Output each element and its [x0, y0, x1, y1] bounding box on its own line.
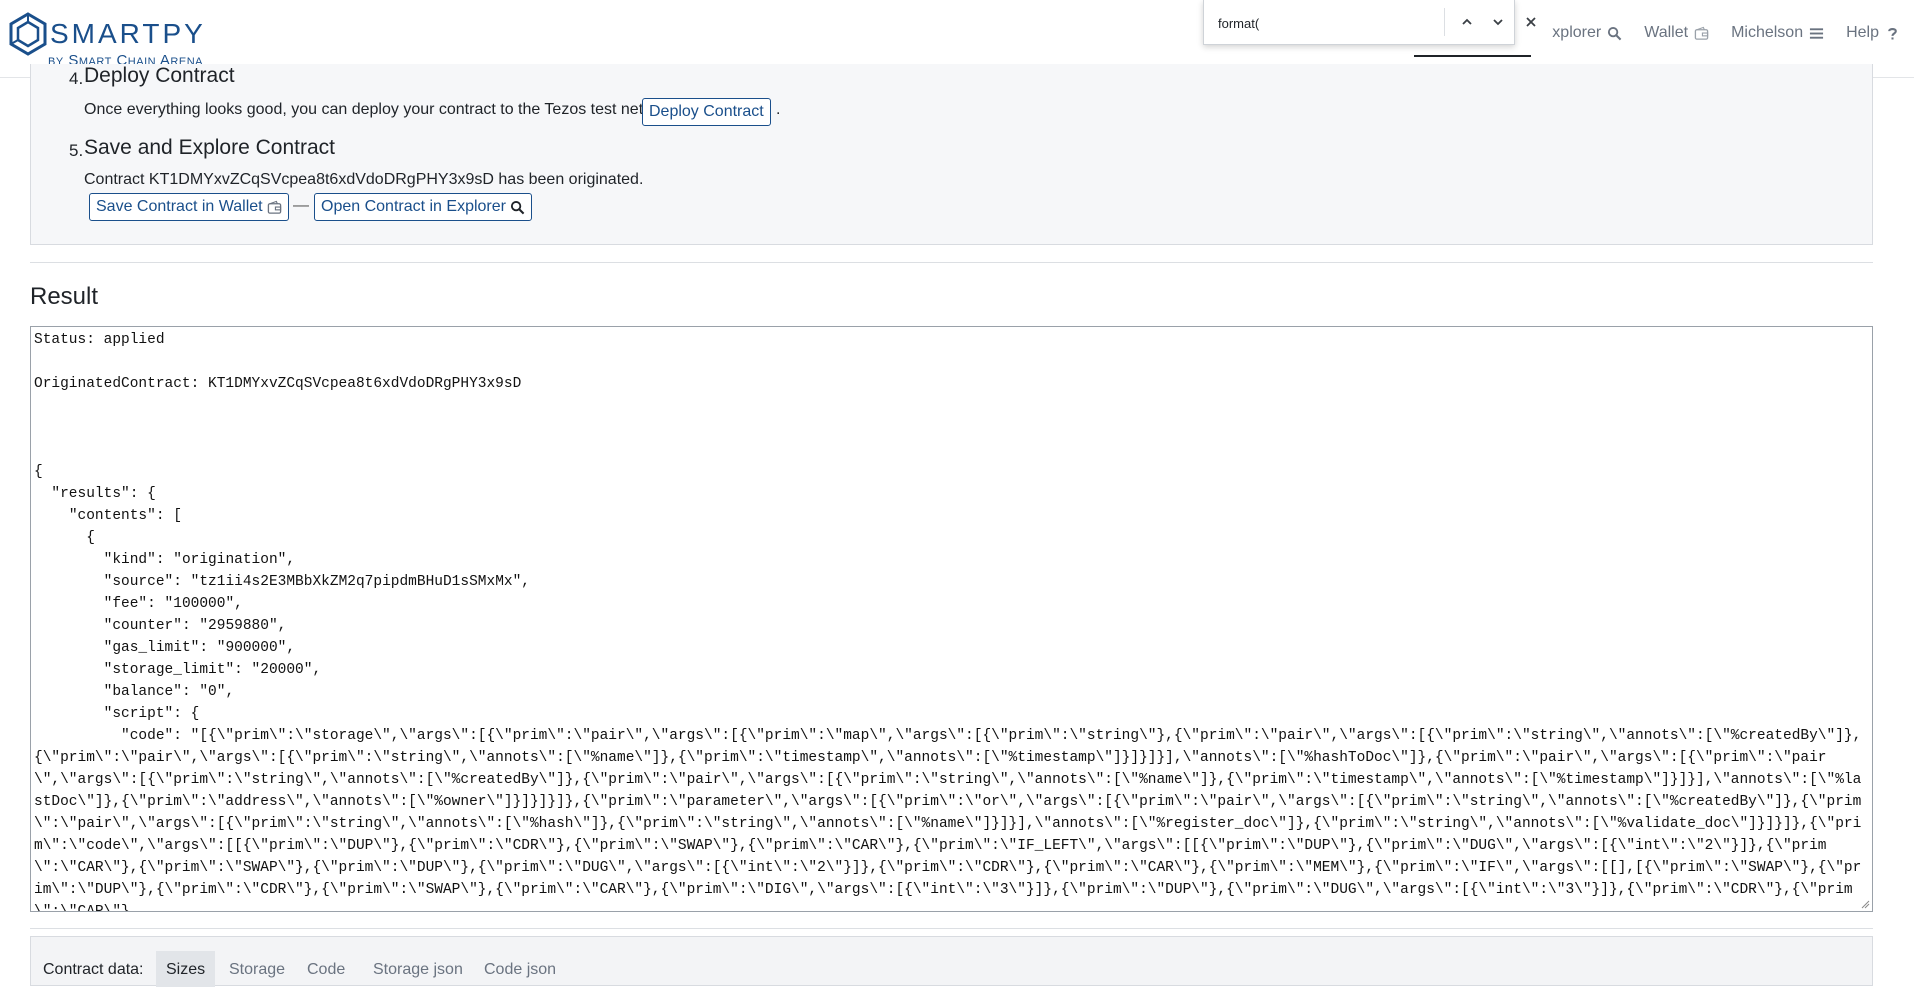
- section-divider: [30, 262, 1873, 263]
- search-icon: [510, 200, 525, 214]
- deploy-contract-button[interactable]: Deploy Contract: [642, 98, 771, 126]
- nav-wallet-label: Wallet: [1644, 24, 1689, 41]
- find-separator: [1444, 8, 1445, 36]
- question-icon: [1888, 27, 1897, 39]
- deploy-steps-panel: 4. Deploy Contract Once everything looks…: [30, 64, 1873, 245]
- result-title: Result: [30, 283, 99, 310]
- step4-trailing: .: [776, 101, 781, 118]
- tab-storage[interactable]: Storage: [219, 951, 295, 987]
- contract-data-label: Contract data:: [43, 961, 144, 978]
- find-bar: [1203, 0, 1515, 45]
- step4-number: 4.: [69, 69, 84, 88]
- step5-title: Save and Explore Contract: [84, 136, 335, 159]
- step4-title: Deploy Contract: [84, 64, 235, 87]
- smartpy-logo-icon: [9, 12, 47, 56]
- tab-code[interactable]: Code: [297, 951, 355, 987]
- open-contract-in-explorer-button[interactable]: Open Contract in Explorer: [314, 193, 532, 221]
- step5-number: 5.: [69, 141, 84, 160]
- logo-text: SMARTPY: [50, 18, 206, 49]
- nav-explorer-label: xplorer: [1552, 24, 1602, 41]
- chevron-down-icon: [1493, 19, 1503, 26]
- contract-data-tabbar: Contract data: Sizes Storage Code Storag…: [30, 936, 1873, 987]
- save-contract-label: Save Contract in Wallet: [96, 198, 263, 215]
- active-nav-underline: [1414, 55, 1531, 57]
- find-input[interactable]: [1216, 12, 1440, 34]
- nav-michelson[interactable]: Michelson: [1731, 24, 1824, 42]
- chevron-up-icon: [1462, 18, 1472, 25]
- nav-michelson-label: Michelson: [1731, 24, 1804, 41]
- smartpy-logo[interactable]: SMARTPY by Smart Chain Arena: [8, 12, 228, 72]
- result-output-text: Status: applied OriginatedContract: KT1D…: [34, 332, 1862, 912]
- deploy-contract-label: Deploy Contract: [649, 103, 764, 120]
- wallet-icon: [1694, 26, 1709, 40]
- resize-grip-icon[interactable]: [1860, 899, 1870, 909]
- menu-icon: [1810, 27, 1824, 39]
- search-icon: [1608, 26, 1622, 40]
- nav-wallet[interactable]: Wallet: [1644, 24, 1709, 42]
- tab-storage-json[interactable]: Storage json: [363, 951, 473, 987]
- button-separator: —: [293, 197, 309, 214]
- nav-help-label: Help: [1846, 24, 1879, 41]
- nav-explorer[interactable]: xplorer: [1552, 24, 1622, 42]
- step4-text: Once everything looks good, you can depl…: [84, 101, 648, 118]
- nav-help[interactable]: Help: [1846, 24, 1900, 42]
- close-icon: [1526, 17, 1536, 27]
- tab-sizes[interactable]: Sizes: [156, 951, 216, 987]
- find-next-button[interactable]: [1487, 11, 1509, 33]
- wallet-icon: [267, 200, 281, 214]
- find-close-button[interactable]: [1520, 11, 1542, 33]
- step5-text: Contract KT1DMYxvZCqSVcpea8t6xdVdoDRgPHY…: [84, 171, 644, 188]
- save-contract-in-wallet-button[interactable]: Save Contract in Wallet: [89, 193, 289, 221]
- main-nav: xplorer Wallet Michelson Help: [1552, 24, 1900, 42]
- find-previous-button[interactable]: [1456, 11, 1478, 33]
- result-output-textarea[interactable]: Status: applied OriginatedContract: KT1D…: [30, 326, 1873, 912]
- section-divider-bottom: [30, 928, 1873, 929]
- open-contract-label: Open Contract in Explorer: [321, 198, 506, 215]
- tab-code-json[interactable]: Code json: [474, 951, 566, 987]
